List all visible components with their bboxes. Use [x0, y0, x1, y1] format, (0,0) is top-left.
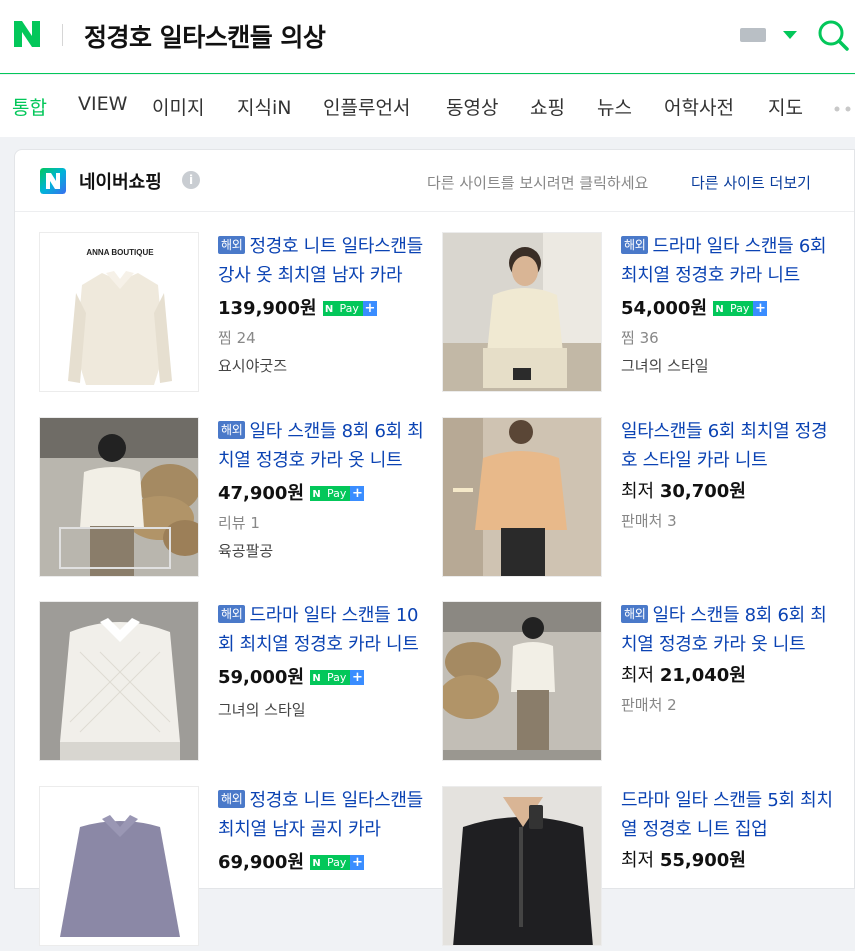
product-title[interactable]: 해외 일타 스캔들 8회 6회 최치열 정경호 카라 옷 니트	[621, 601, 835, 659]
product-item[interactable]: 해외 드라마 일타 스캔들 6회 최치열 정경호 카라 니트 54,000원 N Pa…	[442, 232, 842, 397]
overseas-badge: 해외	[218, 421, 246, 439]
store-name[interactable]: 그녀의 스타일	[621, 356, 835, 376]
product-thumbnail[interactable]: ANNA BOUTIQUE	[39, 232, 199, 392]
naver-shopping-logo-icon	[40, 168, 66, 194]
tab-shopping[interactable]: 쇼핑	[530, 93, 565, 120]
search-query[interactable]: 정경호 일타스캔들 의상	[84, 18, 326, 54]
overseas-badge: 해외	[218, 236, 246, 254]
product-title[interactable]: 해외 정경호 니트 일타스캔들 강사 옷 최치열 남자 카라	[218, 232, 432, 290]
product-meta[interactable]: 판매처 3	[621, 511, 835, 531]
npay-plus-badge: N Pay +	[713, 293, 768, 316]
product-title[interactable]: 해외 드라마 일타 스캔들 6회 최치열 정경호 카라 니트	[621, 232, 835, 290]
npay-plus-badge: N Pay +	[310, 662, 365, 685]
section-title[interactable]: 네이버쇼핑	[79, 168, 162, 194]
search-header: 정경호 일타스캔들 의상	[0, 0, 855, 74]
tab-integrated[interactable]: 통합	[12, 93, 47, 120]
search-icon[interactable]	[816, 18, 850, 52]
npay-plus-badge: N Pay +	[322, 293, 377, 316]
tab-dictionary[interactable]: 어학사전	[664, 93, 734, 120]
store-name[interactable]: 요시야굿즈	[218, 356, 432, 376]
product-price: 139,900원	[218, 298, 317, 319]
tab-influencer[interactable]: 인플루언서	[323, 93, 410, 120]
product-thumbnail[interactable]	[442, 601, 602, 761]
overseas-badge: 해외	[621, 605, 649, 623]
thumb-brand-label: ANNA BOUTIQUE	[86, 248, 154, 257]
tab-images[interactable]: 이미지	[152, 93, 204, 120]
search-tabs: 통합 VIEW 이미지 지식iN 인플루언서 동영상 쇼핑 뉴스 어학사전 지도	[0, 75, 855, 137]
lowest-price-label: 최저	[621, 665, 655, 686]
product-thumbnail[interactable]	[442, 232, 602, 392]
product-thumbnail[interactable]	[442, 417, 602, 577]
product-title[interactable]: 해외 일타 스캔들 8회 6회 최치열 정경호 카라 옷 니트	[218, 417, 432, 475]
lowest-price-label: 최저	[621, 481, 655, 502]
product-item[interactable]: 해외 일타 스캔들 8회 6회 최치열 정경호 카라 옷 니트 최저 21,040…	[442, 601, 842, 766]
product-price: 55,900원	[659, 850, 746, 871]
header-divider	[62, 24, 63, 46]
product-meta[interactable]: 판매처 2	[621, 695, 835, 715]
product-item[interactable]: 해외 정경호 니트 일타스캔들 최치열 남자 골지 카라 69,900원 N Pay +	[39, 786, 439, 951]
product-price: 21,040원	[659, 665, 746, 686]
overseas-badge: 해외	[218, 605, 246, 623]
npay-plus-badge: N Pay +	[310, 847, 365, 870]
overseas-badge: 해외	[621, 236, 649, 254]
product-price: 47,900원	[218, 483, 305, 504]
product-item[interactable]: 일타스캔들 6회 최치열 정경호 스타일 카라 니트 최저 30,700원 판매…	[442, 417, 842, 582]
store-name[interactable]: 그녀의 스타일	[218, 700, 432, 720]
info-icon[interactable]: i	[182, 171, 200, 189]
product-title[interactable]: 드라마 일타 스캔들 5회 최치열 정경호 니트 집업	[621, 786, 835, 844]
tab-map[interactable]: 지도	[768, 93, 803, 120]
product-thumbnail[interactable]	[442, 786, 602, 946]
naver-shopping-section: 네이버쇼핑 i 다른 사이트를 보시려면 클릭하세요 다른 사이트 더보기 AN…	[14, 149, 855, 946]
product-item[interactable]: 해외 일타 스캔들 8회 6회 최치열 정경호 카라 옷 니트 47,900원 N P…	[39, 417, 439, 582]
section-header: 네이버쇼핑 i 다른 사이트를 보시려면 클릭하세요 다른 사이트 더보기	[15, 150, 854, 212]
other-sites-note: 다른 사이트를 보시려면 클릭하세요	[427, 174, 649, 192]
more-dots-icon[interactable]	[833, 105, 855, 113]
product-thumbnail[interactable]	[39, 786, 199, 946]
product-title[interactable]: 해외 정경호 니트 일타스캔들 최치열 남자 골지 카라	[218, 786, 432, 844]
overseas-badge: 해외	[218, 790, 246, 808]
other-sites-more-link[interactable]: 다른 사이트 더보기	[691, 172, 811, 193]
product-item[interactable]: 드라마 일타 스캔들 5회 최치열 정경호 니트 집업 최저 55,900원	[442, 786, 842, 951]
naver-logo-icon[interactable]	[12, 19, 42, 49]
tab-video[interactable]: 동영상	[446, 93, 498, 120]
tab-view[interactable]: VIEW	[78, 93, 127, 115]
product-meta: 리뷰 1	[218, 514, 260, 532]
product-price: 69,900원	[218, 852, 305, 873]
product-thumbnail[interactable]	[39, 601, 199, 761]
chevron-down-icon[interactable]	[783, 31, 797, 39]
product-meta: 찜 36	[621, 329, 659, 347]
product-meta: 찜 24	[218, 329, 256, 347]
product-item[interactable]: ANNA BOUTIQUE 해외 정경호 니트 일타스캔들 강사 옷 최치열 남자…	[39, 232, 439, 397]
product-item[interactable]: 해외 드라마 일타 스캔들 10회 최치열 정경호 카라 니트 59,000원 N P…	[39, 601, 439, 766]
product-price: 59,000원	[218, 667, 305, 688]
store-name[interactable]: 육공팔공	[218, 541, 432, 561]
product-title[interactable]: 일타스캔들 6회 최치열 정경호 스타일 카라 니트	[621, 417, 835, 475]
product-thumbnail[interactable]	[39, 417, 199, 577]
product-price: 54,000원	[621, 298, 708, 319]
keyboard-icon[interactable]	[740, 28, 766, 42]
product-title[interactable]: 해외 드라마 일타 스캔들 10회 최치열 정경호 카라 니트	[218, 601, 432, 659]
lowest-price-label: 최저	[621, 850, 655, 871]
tab-news[interactable]: 뉴스	[597, 93, 632, 120]
tab-knowledge-in[interactable]: 지식iN	[237, 93, 291, 120]
product-price: 30,700원	[659, 481, 746, 502]
npay-plus-badge: N Pay +	[310, 478, 365, 501]
